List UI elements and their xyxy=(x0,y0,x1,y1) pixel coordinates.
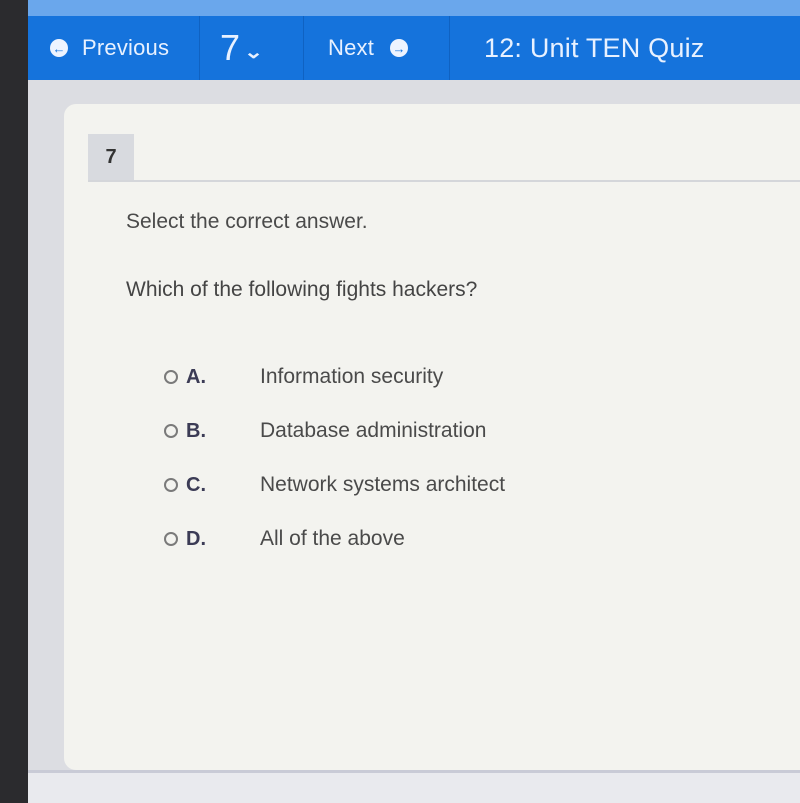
question-card: 7 Select the correct answer. Which of th… xyxy=(64,104,800,770)
next-label: Next xyxy=(328,35,375,60)
arrow-right-circle-icon: → xyxy=(390,39,409,57)
question-number-dropdown[interactable]: 7 ⌄ xyxy=(200,16,304,80)
option-text: Network systems architect xyxy=(260,473,506,496)
option-letter: A. xyxy=(186,365,206,388)
option-d[interactable]: D. All of the above xyxy=(164,512,505,566)
question-header: 7 xyxy=(88,134,800,182)
option-a[interactable]: A. Information security xyxy=(164,350,505,404)
option-c[interactable]: C. Network systems architect xyxy=(164,458,505,512)
option-b[interactable]: B. Database administration xyxy=(164,404,505,458)
option-text: Database administration xyxy=(260,419,487,442)
quiz-title-text: 12: Unit TEN Quiz xyxy=(484,32,705,63)
top-strip xyxy=(28,0,800,16)
previous-button[interactable]: ← Previous xyxy=(28,16,200,80)
radio-button[interactable] xyxy=(164,424,178,438)
quiz-title: 12: Unit TEN Quiz xyxy=(450,16,800,80)
previous-label: Previous xyxy=(82,35,170,60)
bottom-bar xyxy=(28,770,800,803)
question-prompt: Which of the following fights hackers? xyxy=(126,278,478,301)
option-text: All of the above xyxy=(260,527,405,550)
answer-options: A. Information security B. Database admi… xyxy=(164,350,505,566)
arrow-left-circle-icon: ← xyxy=(50,39,68,57)
option-letter: B. xyxy=(186,419,206,442)
option-letter: C. xyxy=(186,473,206,496)
radio-button[interactable] xyxy=(164,478,178,492)
current-question-number: 7 xyxy=(220,27,241,68)
chevron-down-icon: ⌄ xyxy=(243,41,264,62)
next-button[interactable]: Next → xyxy=(304,16,450,80)
radio-button[interactable] xyxy=(164,532,178,546)
instruction-text: Select the correct answer. xyxy=(126,210,368,233)
option-text: Information security xyxy=(260,365,444,388)
quiz-navbar: ← Previous 7 ⌄ Next → 12: Unit TEN Quiz xyxy=(28,16,800,80)
screen: ← Previous 7 ⌄ Next → 12: Unit TEN Quiz … xyxy=(28,0,800,803)
option-letter: D. xyxy=(186,527,206,550)
question-number-badge: 7 xyxy=(88,134,134,180)
radio-button[interactable] xyxy=(164,370,178,384)
